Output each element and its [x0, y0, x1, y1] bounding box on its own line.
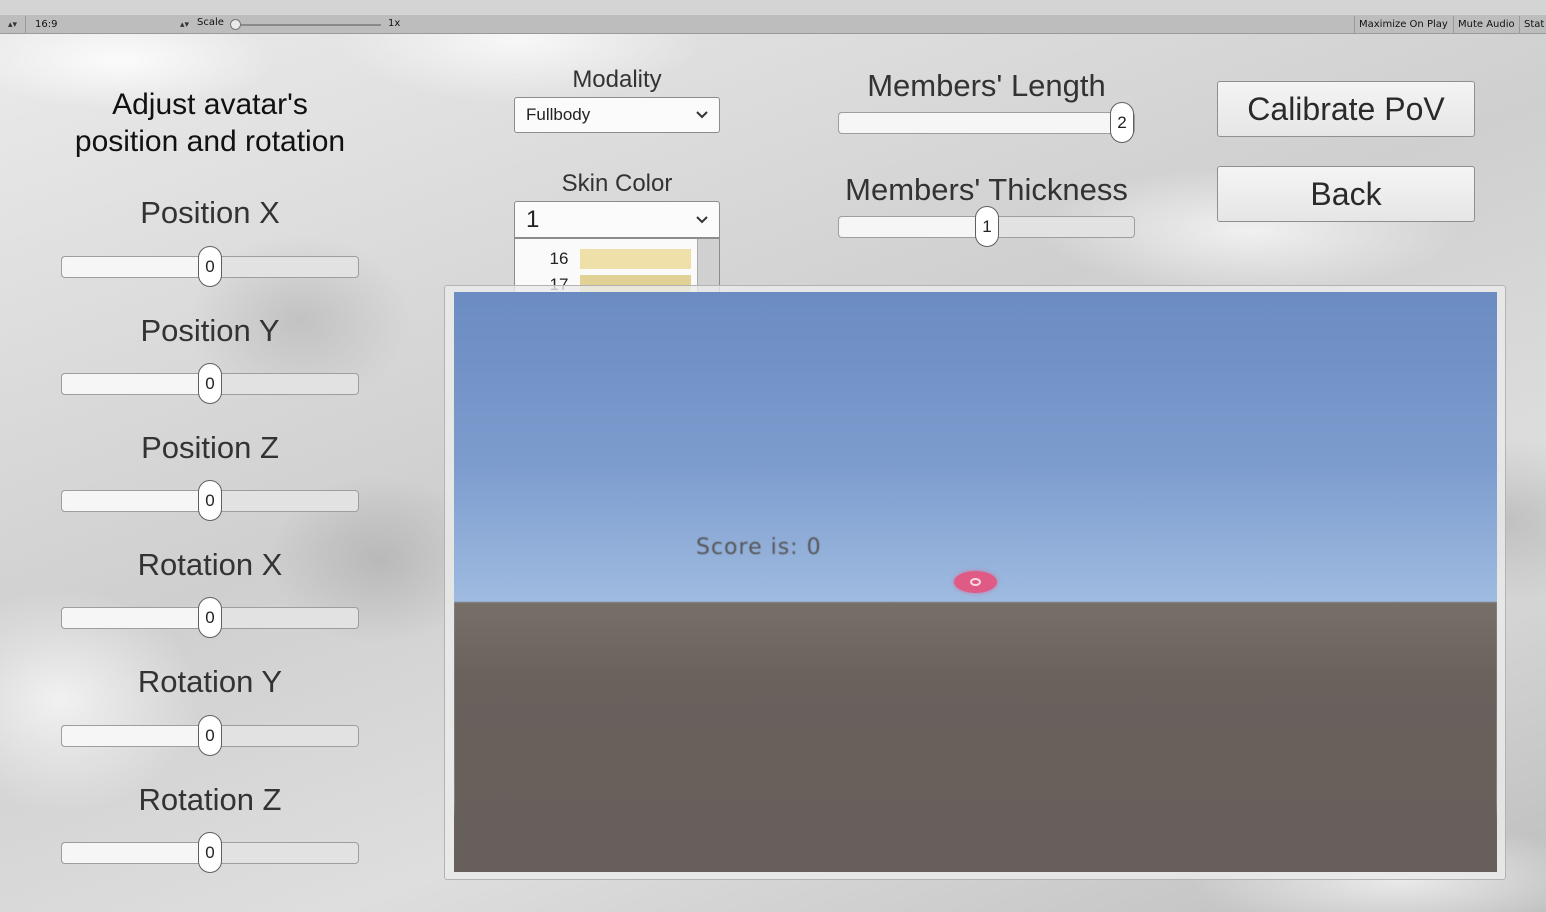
- slider-label: Rotation Y: [137, 664, 283, 699]
- ground-plane: [454, 602, 1497, 872]
- modality-selected: Fullbody: [526, 105, 591, 124]
- skin-color-label: Skin Color: [561, 170, 673, 197]
- transform-slider[interactable]: 0: [61, 246, 359, 287]
- slider-thumb[interactable]: 0: [198, 246, 222, 287]
- score-text: Score is: 0: [696, 535, 822, 560]
- members-length-label: Members' Length: [867, 68, 1106, 103]
- skin-color-option-label: 16: [549, 249, 569, 268]
- stats-toggle[interactable]: Stat: [1519, 16, 1546, 33]
- transform-slider[interactable]: 0: [61, 597, 359, 638]
- chevron-down-icon: [696, 215, 708, 223]
- transform-slider[interactable]: 0: [61, 832, 359, 873]
- skin-color-dropdown[interactable]: 1: [514, 201, 720, 238]
- scale-slider-track[interactable]: [235, 24, 381, 26]
- slider-thumb[interactable]: 0: [198, 480, 222, 521]
- slider-fill: [61, 607, 210, 629]
- slider-fill: [61, 725, 210, 747]
- skin-color-option[interactable]: 16: [515, 247, 697, 271]
- mute-audio-toggle[interactable]: Mute Audio: [1453, 16, 1519, 33]
- slider-label: Rotation X: [137, 547, 283, 582]
- aspect-ratio-value: 16:9: [35, 19, 58, 30]
- adjust-avatar-title: Adjust avatar's position and rotation: [40, 86, 380, 160]
- slider-thumb[interactable]: 2: [1110, 102, 1134, 143]
- slider-label: Rotation Z: [138, 782, 282, 817]
- slider-fill: [61, 256, 210, 278]
- slider-fill: [61, 842, 210, 864]
- slider-label: Position X: [140, 195, 280, 230]
- modality-dropdown[interactable]: Fullbody: [514, 97, 720, 133]
- scale-slider-thumb[interactable]: [230, 19, 241, 30]
- slider-thumb[interactable]: 0: [198, 597, 222, 638]
- back-button[interactable]: Back: [1217, 166, 1475, 222]
- slider-fill: [61, 373, 210, 395]
- title-line: position and rotation: [74, 125, 346, 158]
- chevron-down-icon: [696, 111, 708, 119]
- members-thickness-label: Members' Thickness: [845, 172, 1128, 207]
- updown-arrows-icon: ▴▾: [180, 19, 190, 29]
- updown-arrows-icon: ▴▾: [0, 16, 26, 33]
- slider-label: Position Y: [140, 313, 280, 348]
- target-marker: [954, 571, 997, 593]
- slider-thumb[interactable]: 0: [198, 832, 222, 873]
- slider-label: Position Z: [141, 430, 279, 465]
- slider-fill: [838, 112, 1122, 134]
- maximize-on-play-toggle[interactable]: Maximize On Play: [1354, 16, 1452, 33]
- members-length-slider[interactable]: 2: [838, 102, 1135, 143]
- members-thickness-slider[interactable]: 1: [838, 206, 1135, 247]
- slider-fill: [61, 490, 210, 512]
- transform-slider[interactable]: 0: [61, 715, 359, 756]
- slider-fill: [838, 216, 987, 238]
- scale-value: 1x: [388, 18, 401, 29]
- skin-color-selected: 1: [526, 205, 540, 233]
- transform-slider[interactable]: 0: [61, 363, 359, 404]
- calibrate-pov-button[interactable]: Calibrate PoV: [1217, 81, 1475, 137]
- transform-slider[interactable]: 0: [61, 480, 359, 521]
- title-line: Adjust avatar's: [112, 88, 308, 121]
- skin-color-swatch: [580, 249, 691, 269]
- modality-label: Modality: [572, 66, 662, 93]
- aspect-ratio-dropdown[interactable]: ▴▾ 16:9 ▴▾: [0, 16, 192, 33]
- slider-thumb[interactable]: 1: [975, 206, 999, 247]
- slider-thumb[interactable]: 0: [198, 715, 222, 756]
- game-preview-viewport: Score is: 0: [454, 292, 1497, 872]
- game-view-toolbar: ▴▾ 16:9 ▴▾ Scale 1x Maximize On Play Mut…: [0, 0, 1546, 34]
- slider-thumb[interactable]: 0: [198, 363, 222, 404]
- scale-label: Scale: [197, 17, 224, 28]
